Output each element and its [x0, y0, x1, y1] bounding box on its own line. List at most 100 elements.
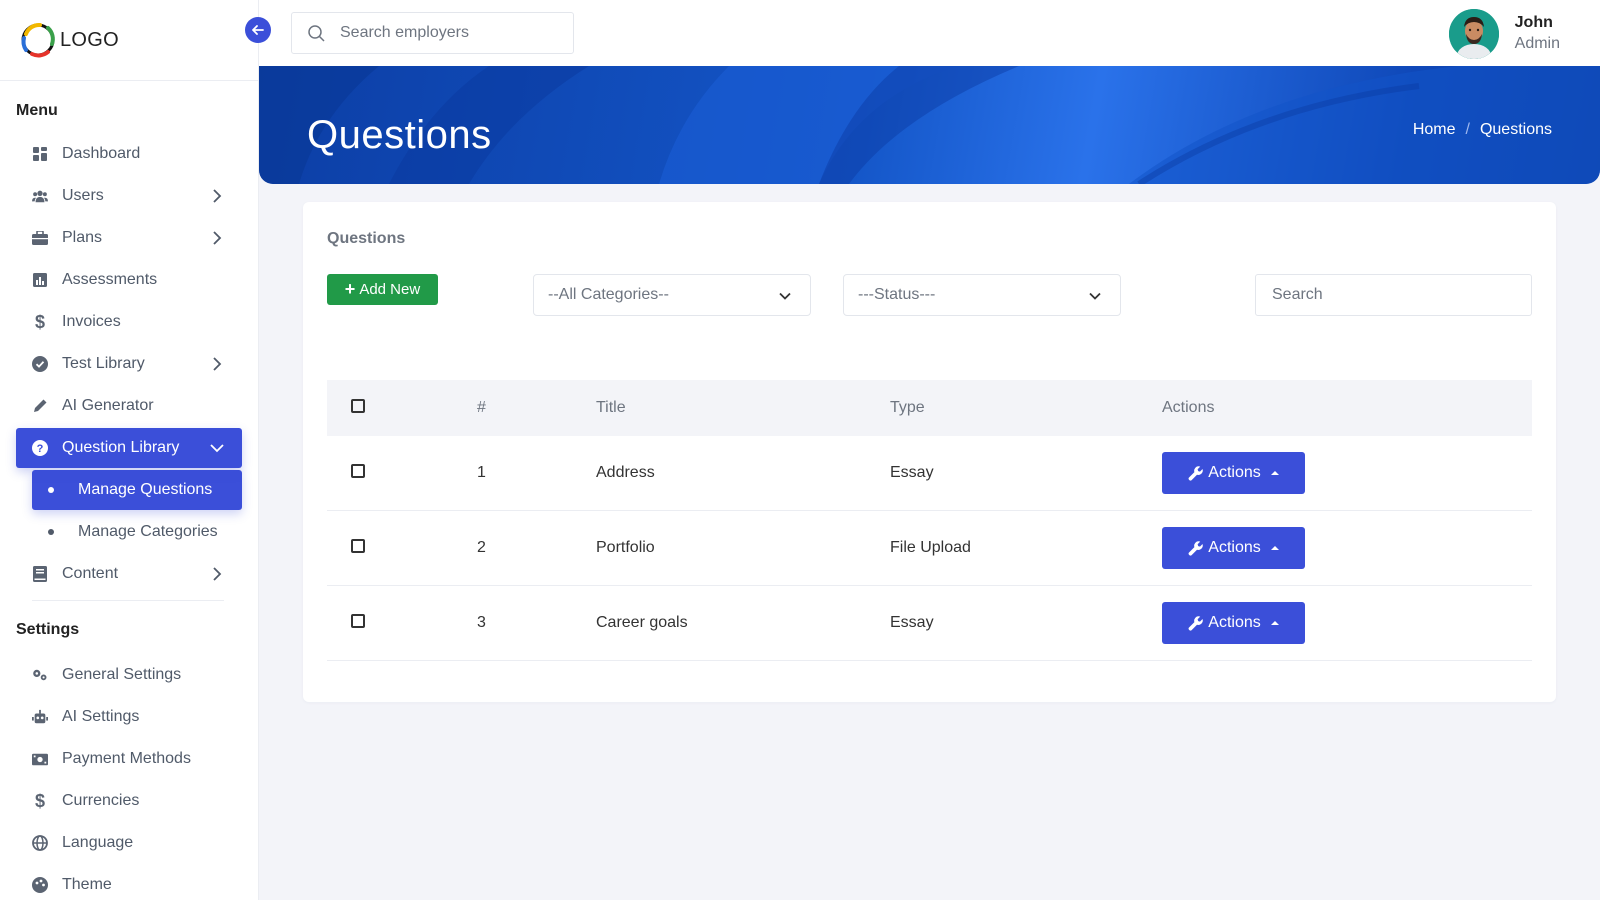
- breadcrumb: Home / Questions: [1413, 121, 1552, 139]
- user-role: Admin: [1514, 35, 1560, 52]
- category-select[interactable]: --All Categories--: [533, 274, 811, 316]
- logo-icon: [21, 23, 55, 58]
- questions-card: Questions + Add New --All Categories-- -…: [303, 202, 1556, 702]
- caret-up-icon: [1270, 471, 1279, 475]
- row-type: Essay: [890, 464, 934, 481]
- row-title: Address: [596, 464, 655, 481]
- robot-icon: [32, 709, 48, 725]
- question-circle-icon: ?: [32, 440, 48, 456]
- row-number: 3: [477, 614, 486, 631]
- user-menu[interactable]: John Admin: [1448, 9, 1560, 59]
- sidebar-subitem-manage-categories[interactable]: Manage Categories: [32, 512, 242, 552]
- row-title: Career goals: [596, 614, 688, 631]
- add-new-button[interactable]: + Add New: [327, 274, 438, 305]
- select-all-checkbox[interactable]: [351, 398, 365, 413]
- sidebar-item-theme[interactable]: Theme: [16, 865, 242, 900]
- sidebar-item-label: Language: [62, 834, 134, 851]
- sidebar-item-ai-generator[interactable]: AI Generator: [16, 386, 242, 426]
- chevron-down-icon: [210, 444, 224, 453]
- bar-chart-icon: [32, 272, 48, 288]
- table-row: 2 Portfolio File Upload Actions: [327, 511, 1532, 586]
- sidebar-item-test-library[interactable]: Test Library: [16, 344, 242, 384]
- topbar: John Admin: [259, 0, 1600, 66]
- sidebar-item-label: AI Generator: [62, 397, 154, 414]
- sidebar-item-assessments[interactable]: Assessments: [16, 260, 242, 300]
- row-actions-label: Actions: [1208, 464, 1261, 481]
- row-type: File Upload: [890, 539, 971, 556]
- row-number: 1: [477, 464, 486, 481]
- sidebar-item-label: AI Settings: [62, 708, 140, 725]
- header-type[interactable]: Type: [890, 399, 1162, 417]
- row-checkbox[interactable]: [351, 613, 365, 628]
- menu-section-title: Menu: [16, 102, 58, 119]
- sidebar-subitem-manage-questions[interactable]: Manage Questions: [32, 470, 242, 510]
- chevron-right-icon: [213, 357, 222, 371]
- wrench-icon: [1188, 615, 1204, 631]
- chevron-right-icon: [213, 567, 222, 581]
- user-name: John: [1514, 14, 1553, 31]
- breadcrumb-home-link[interactable]: Home: [1413, 121, 1456, 139]
- page-title: Questions: [307, 113, 492, 157]
- dollar-icon: $: [34, 311, 45, 332]
- sidebar-item-plans[interactable]: Plans: [16, 218, 242, 258]
- sidebar-item-currencies[interactable]: $ Currencies: [16, 781, 242, 821]
- row-checkbox[interactable]: [351, 538, 365, 553]
- wrench-icon: [1188, 465, 1204, 481]
- page-header-banner: Questions Home / Questions: [259, 66, 1600, 184]
- briefcase-icon: [32, 230, 48, 246]
- search-input[interactable]: [340, 24, 560, 42]
- header-title[interactable]: Title: [596, 399, 890, 417]
- row-type: Essay: [890, 614, 934, 631]
- sidebar-item-label: Assessments: [62, 271, 158, 288]
- row-actions-button[interactable]: Actions: [1162, 602, 1305, 644]
- sidebar-item-label: Currencies: [62, 792, 140, 809]
- chevron-right-icon: [213, 231, 222, 245]
- book-icon: [32, 566, 48, 582]
- sidebar-item-users[interactable]: Users: [16, 176, 242, 216]
- sidebar-item-dashboard[interactable]: Dashboard: [16, 134, 242, 174]
- plus-icon: +: [344, 279, 356, 299]
- row-title: Portfolio: [596, 539, 655, 556]
- gears-icon: [32, 667, 48, 683]
- sidebar-item-invoices[interactable]: $ Invoices: [16, 302, 242, 342]
- globe-icon: [32, 835, 48, 851]
- employer-search-box[interactable]: [291, 12, 574, 54]
- row-checkbox[interactable]: [351, 463, 365, 478]
- check-circle-icon: [32, 356, 48, 372]
- header-actions: Actions: [1162, 399, 1215, 416]
- sidebar-item-question-library[interactable]: ? Question Library: [16, 428, 242, 468]
- breadcrumb-separator: /: [1465, 121, 1470, 138]
- sidebar-item-label: Question Library: [62, 439, 180, 456]
- sidebar-item-label: Content: [62, 565, 119, 582]
- table-search-input[interactable]: [1272, 286, 1512, 304]
- sidebar-item-payment-methods[interactable]: Payment Methods: [16, 739, 242, 779]
- table-row: 1 Address Essay Actions: [327, 436, 1532, 511]
- row-actions-button[interactable]: Actions: [1162, 452, 1305, 494]
- row-actions-button[interactable]: Actions: [1162, 527, 1305, 569]
- table-search-box[interactable]: [1255, 274, 1532, 316]
- row-number: 2: [477, 539, 486, 556]
- sidebar-item-content[interactable]: Content: [16, 554, 242, 594]
- chevron-down-icon: [779, 292, 791, 300]
- sidebar: LOGO Menu Dashboard Users Plans Assessme…: [0, 0, 259, 900]
- add-new-label: Add New: [359, 281, 421, 298]
- status-select[interactable]: ---Status---: [843, 274, 1121, 316]
- sidebar-item-label: Theme: [62, 876, 112, 893]
- settings-section-title: Settings: [16, 621, 80, 638]
- users-icon: [32, 188, 48, 204]
- row-actions-label: Actions: [1208, 539, 1261, 556]
- dashboard-icon: [32, 146, 48, 162]
- sidebar-item-general-settings[interactable]: General Settings: [16, 655, 242, 695]
- sidebar-item-label: Payment Methods: [62, 750, 191, 767]
- sidebar-item-language[interactable]: Language: [16, 823, 242, 863]
- sidebar-subitem-label: Manage Questions: [78, 481, 213, 498]
- breadcrumb-current: Questions: [1479, 121, 1552, 138]
- sidebar-item-ai-settings[interactable]: AI Settings: [16, 697, 242, 737]
- logo[interactable]: LOGO: [0, 0, 258, 81]
- row-actions-label: Actions: [1208, 614, 1261, 631]
- sidebar-item-label: Invoices: [62, 313, 121, 330]
- sidebar-item-label: Users: [62, 187, 104, 204]
- header-number: #: [477, 399, 486, 416]
- bullet-icon: [48, 487, 54, 493]
- collapse-sidebar-button[interactable]: [245, 17, 271, 43]
